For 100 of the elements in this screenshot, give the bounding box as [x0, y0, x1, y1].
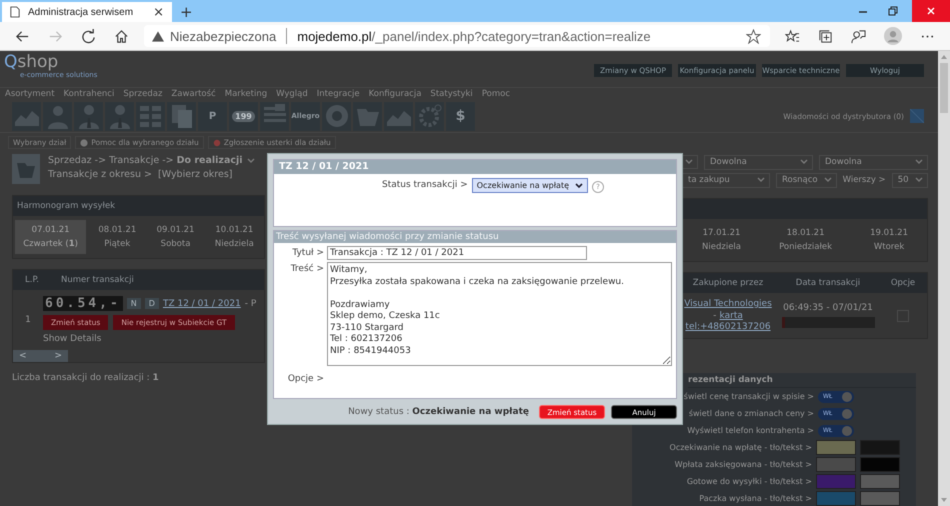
menu-item[interactable]: Konfiguracja: [368, 89, 422, 99]
transaction-count: Liczba transakcji do realizacji : 1: [12, 373, 160, 383]
column-header: Opcje: [890, 278, 916, 288]
row-number: 1: [24, 315, 32, 325]
color-swatch[interactable]: [816, 474, 856, 489]
menu-item[interactable]: Wygląd: [276, 89, 308, 99]
caret-icon: [824, 177, 832, 183]
breadcrumb: Sprzedaz -> Transakcje -> Do realizacji: [48, 155, 254, 166]
amount-display: 60.54,-: [43, 296, 123, 311]
flag-icon[interactable]: [260, 102, 289, 130]
color-swatch[interactable]: [860, 440, 900, 455]
scroll-up-icon[interactable]: [941, 55, 947, 59]
color-swatch[interactable]: [816, 457, 856, 472]
refresh-icon[interactable]: [81, 28, 96, 44]
scroll-right-button[interactable]: >: [54, 351, 62, 361]
price-icon[interactable]: $: [446, 102, 475, 130]
menu-item[interactable]: Integracje: [316, 89, 360, 99]
sort-field-select[interactable]: ta zakupu: [682, 172, 770, 188]
feedback-icon[interactable]: [851, 28, 866, 44]
menu-item[interactable]: Zawartość: [171, 89, 216, 99]
security-label: Niezabezpieczona: [170, 28, 276, 44]
sort-order-select[interactable]: Rosnąco: [776, 172, 837, 188]
person-icon[interactable]: [43, 102, 72, 130]
menu-item[interactable]: Marketing: [224, 89, 268, 99]
caret-icon[interactable]: [246, 158, 254, 164]
person-icon[interactable]: [105, 102, 134, 130]
back-icon[interactable]: [15, 28, 30, 44]
menu-item[interactable]: Asortyment: [5, 89, 55, 99]
color-swatch[interactable]: [860, 474, 900, 489]
scroll-left-button[interactable]: <: [19, 351, 27, 361]
color-swatch[interactable]: [860, 457, 900, 472]
column-header: Data transakcji: [794, 278, 862, 288]
show-details-link[interactable]: Show Details: [43, 334, 256, 344]
color-swatch[interactable]: [816, 440, 856, 455]
person-icon[interactable]: [74, 102, 103, 130]
restore-icon[interactable]: [888, 6, 898, 16]
schedule-day[interactable]: 17.01.21 Niedziela: [685, 223, 758, 257]
rows-label: Wierszy >: [842, 175, 886, 185]
schedule-day[interactable]: 10.01.21 Niedziela: [206, 220, 262, 254]
setting-label: Oczekiwanie na wpłatę - tło/tekst >: [670, 443, 812, 452]
message-label: Treść >: [290, 262, 324, 276]
filter-select[interactable]: Dowolna: [704, 154, 813, 170]
status-select[interactable]: Oczekiwanie na wpłatę: [472, 178, 588, 193]
column-header: L.P.: [24, 275, 40, 285]
period-selector[interactable]: Transakcje z okresu > [Wybierz okres]: [48, 169, 254, 180]
schedule-day[interactable]: 07.01.21 Czwartek (1): [15, 220, 86, 254]
phone-link[interactable]: tel:+48602137206: [685, 322, 771, 332]
close-window-button[interactable]: [912, 0, 950, 22]
message-field[interactable]: Witamy, Przesyłka została spakowana i czeka na zaksięgowanie przelewu. Pozdrawiamy Sklep demo, Czeska 11c 73-110 Stargard Tel : 602137206 NIP : 8541944053: [327, 262, 672, 366]
menu-item[interactable]: Pomoc: [482, 89, 510, 99]
column-header: Numer transakcji: [60, 275, 134, 285]
favorites-icon[interactable]: [785, 28, 800, 44]
scroll-down-icon[interactable]: [941, 498, 947, 502]
subject-field[interactable]: Transakcja : TZ 12 / 01 / 2021: [327, 246, 587, 260]
scrollbar-thumb[interactable]: [940, 63, 948, 113]
schedule-day[interactable]: 18.01.21 Poniedziałek: [762, 223, 850, 257]
caret-icon: [757, 177, 765, 183]
schedule-day[interactable]: 09.01.21 Sobota: [148, 220, 203, 254]
counter-icon[interactable]: 199: [229, 102, 258, 130]
dialog-title: TZ 12 / 01 / 2021: [274, 160, 676, 174]
home-icon[interactable]: [114, 28, 129, 44]
transaction-link[interactable]: TZ 12 / 01 / 2021: [162, 298, 241, 308]
flag-button[interactable]: N: [126, 298, 141, 309]
logo: Qshop: [4, 53, 60, 71]
browser-tab[interactable]: Administracja serwisem ×: [2, 2, 172, 22]
new-tab-button[interactable]: +: [172, 2, 201, 22]
menu-item[interactable]: Statystyki: [430, 89, 473, 99]
chart-icon[interactable]: [12, 102, 41, 130]
subject-label: Tytuł >: [291, 247, 324, 260]
page-icon[interactable]: P: [198, 102, 227, 130]
avatar-icon[interactable]: [884, 27, 902, 45]
schedule-day[interactable]: 19.01.21 Wtorek: [853, 223, 926, 257]
collections-icon[interactable]: [818, 28, 833, 44]
setting-label: Wpłata zaksięgowana - tło/tekst >: [674, 460, 812, 469]
chart-icon[interactable]: [384, 102, 413, 130]
close-tab-button[interactable]: ×: [153, 4, 164, 20]
setting-label: Paczka wysłana - tło/tekst >: [699, 494, 812, 503]
panel-header: Harmonogram wysyłek: [13, 196, 264, 216]
address-bar[interactable]: Niezabezpieczona mojedemo.pl/_panel/index.php?category=tran&action=realize: [144, 25, 770, 47]
menu-item[interactable]: Kontrahenci: [64, 89, 114, 99]
caret-icon: [685, 159, 693, 165]
flag-button[interactable]: D: [144, 298, 159, 309]
menu-item[interactable]: Sprzedaz: [123, 89, 162, 99]
caret-icon: [800, 159, 808, 165]
buyer-link[interactable]: Visual Technologies: [684, 299, 772, 309]
color-swatch[interactable]: [816, 491, 856, 506]
schedule-day[interactable]: 08.01.21 Piątek: [90, 220, 144, 254]
setting-label: Wyświetl telefon kontrahenta >: [687, 426, 814, 435]
star-icon[interactable]: [746, 28, 761, 44]
filter-select[interactable]: Dowolna: [819, 154, 928, 170]
setting-label: Gotowe do wysyłki - tło/tekst >: [686, 477, 812, 486]
color-swatch[interactable]: [860, 491, 900, 506]
card-link[interactable]: karta: [720, 311, 743, 321]
documents-icon[interactable]: [167, 102, 196, 130]
panel-title: rezentacji danych: [688, 373, 916, 388]
folder-icon[interactable]: [353, 102, 382, 130]
forward-icon[interactable]: [48, 28, 63, 44]
grid-icon[interactable]: [136, 102, 165, 130]
rows-select[interactable]: 50: [892, 172, 928, 188]
gear-icon[interactable]: [415, 102, 444, 130]
